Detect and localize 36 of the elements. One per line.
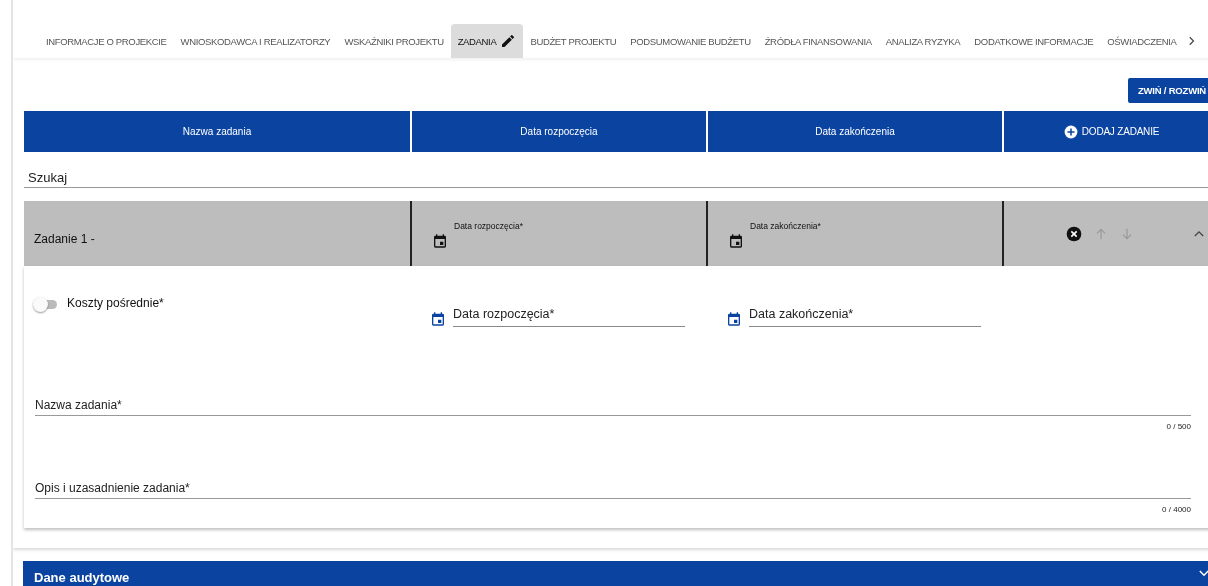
close-icon[interactable] bbox=[1066, 225, 1082, 242]
pencil-icon bbox=[500, 33, 517, 49]
toggle-label: Koszty pośrednie* bbox=[67, 296, 164, 310]
character-counter: 0 / 4000 bbox=[1161, 505, 1191, 514]
collapse-expand-button[interactable]: ZWIŃ / ROZWIŃ bbox=[1127, 78, 1208, 103]
chevron-up-icon[interactable] bbox=[1194, 230, 1204, 237]
tab[interactable]: PODSUMOWANIE BUDŻETU bbox=[623, 24, 758, 58]
tab[interactable]: ZADANIA bbox=[450, 24, 524, 58]
tab[interactable]: ANALIZA RYZYKA bbox=[878, 24, 968, 58]
calendar-icon[interactable] bbox=[726, 311, 742, 327]
section-title: Dane audytowe bbox=[34, 570, 130, 585]
tab[interactable]: DODATKOWE INFORMACJE bbox=[967, 24, 1101, 58]
plus-circle-icon bbox=[1063, 124, 1078, 139]
calendar-icon[interactable] bbox=[728, 233, 744, 249]
calendar-icon[interactable] bbox=[430, 311, 446, 327]
toggle-switch[interactable] bbox=[35, 300, 57, 309]
tab[interactable]: ŹRÓDŁA FINANSOWANIA bbox=[757, 24, 879, 58]
section-header[interactable]: Dane audytowe bbox=[23, 561, 1208, 586]
tab[interactable]: WSKAŹNIKI PROJEKTU bbox=[337, 24, 451, 58]
column-header: Nazwa zadania bbox=[182, 126, 252, 137]
calendar-icon[interactable] bbox=[432, 233, 448, 249]
tab[interactable]: INFORMACJE O PROJEKCIE bbox=[39, 24, 174, 58]
column-header: Data rozpoczęcia bbox=[520, 126, 598, 137]
add-task-button[interactable]: DODAJ ZADANIE bbox=[1057, 123, 1166, 140]
chevron-down-icon[interactable] bbox=[1199, 570, 1208, 577]
tab[interactable]: OŚWIADCZENIA bbox=[1100, 24, 1184, 58]
character-counter: 0 / 500 bbox=[1165, 422, 1191, 431]
tab[interactable]: WNIOSKODAWCA I REALIZATORZY bbox=[173, 24, 338, 58]
field-label: Data rozpoczęcia* bbox=[454, 221, 523, 231]
field-label: Data zakończenia* bbox=[750, 221, 821, 231]
chevron-right-icon[interactable] bbox=[1189, 36, 1196, 46]
column-header: Data zakończenia bbox=[815, 126, 895, 137]
description-field[interactable]: Opis i uzasadnienie zadania* bbox=[35, 481, 1191, 499]
tab[interactable]: BUDŻET PROJEKTU bbox=[523, 24, 624, 58]
task-name: Zadanie 1 - bbox=[34, 231, 95, 246]
task-name-field[interactable]: Nazwa zadania* bbox=[35, 398, 1191, 416]
